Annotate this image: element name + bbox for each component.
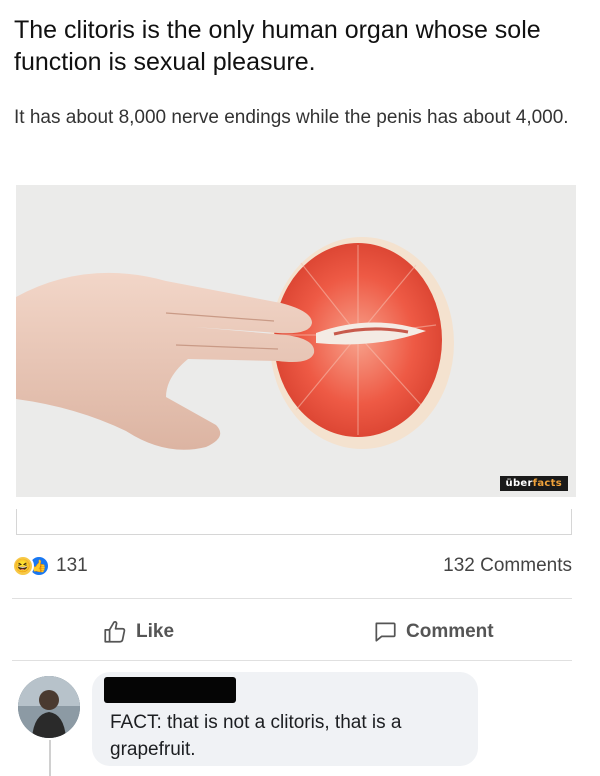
comment-label: Comment xyxy=(406,621,494,642)
divider xyxy=(12,660,572,661)
like-label: Like xyxy=(136,621,175,642)
divider xyxy=(12,598,572,599)
reaction-count: 131 xyxy=(56,555,88,576)
comment-bubble-icon xyxy=(375,622,396,642)
commenter-avatar[interactable] xyxy=(18,676,80,738)
comment-button[interactable]: Comment xyxy=(372,616,494,648)
post-image[interactable]: überfacts xyxy=(16,185,576,497)
grapefruit-hand-illustration xyxy=(16,185,576,497)
post-subtitle: It has about 8,000 nerve endings while t… xyxy=(14,107,569,128)
person-photo-icon xyxy=(18,676,80,738)
haha-icon: 😆 xyxy=(12,555,34,577)
comments-count-link[interactable]: 132 Comments xyxy=(443,555,572,577)
thread-line xyxy=(49,740,51,776)
thumbs-up-icon xyxy=(104,621,126,643)
link-preview-strip[interactable] xyxy=(16,509,572,535)
comment-text: FACT: that is not a clitoris, that is a … xyxy=(110,712,402,760)
uberfacts-watermark: überfacts xyxy=(499,476,568,491)
redacted-author-name xyxy=(104,677,236,703)
like-button[interactable]: Like xyxy=(102,616,174,648)
watermark-prefix: über xyxy=(505,478,533,489)
reactions-summary[interactable]: 😆 👍 131 xyxy=(12,553,88,579)
watermark-suffix: facts xyxy=(532,478,562,489)
post-title: The clitoris is the only human organ who… xyxy=(14,16,541,76)
